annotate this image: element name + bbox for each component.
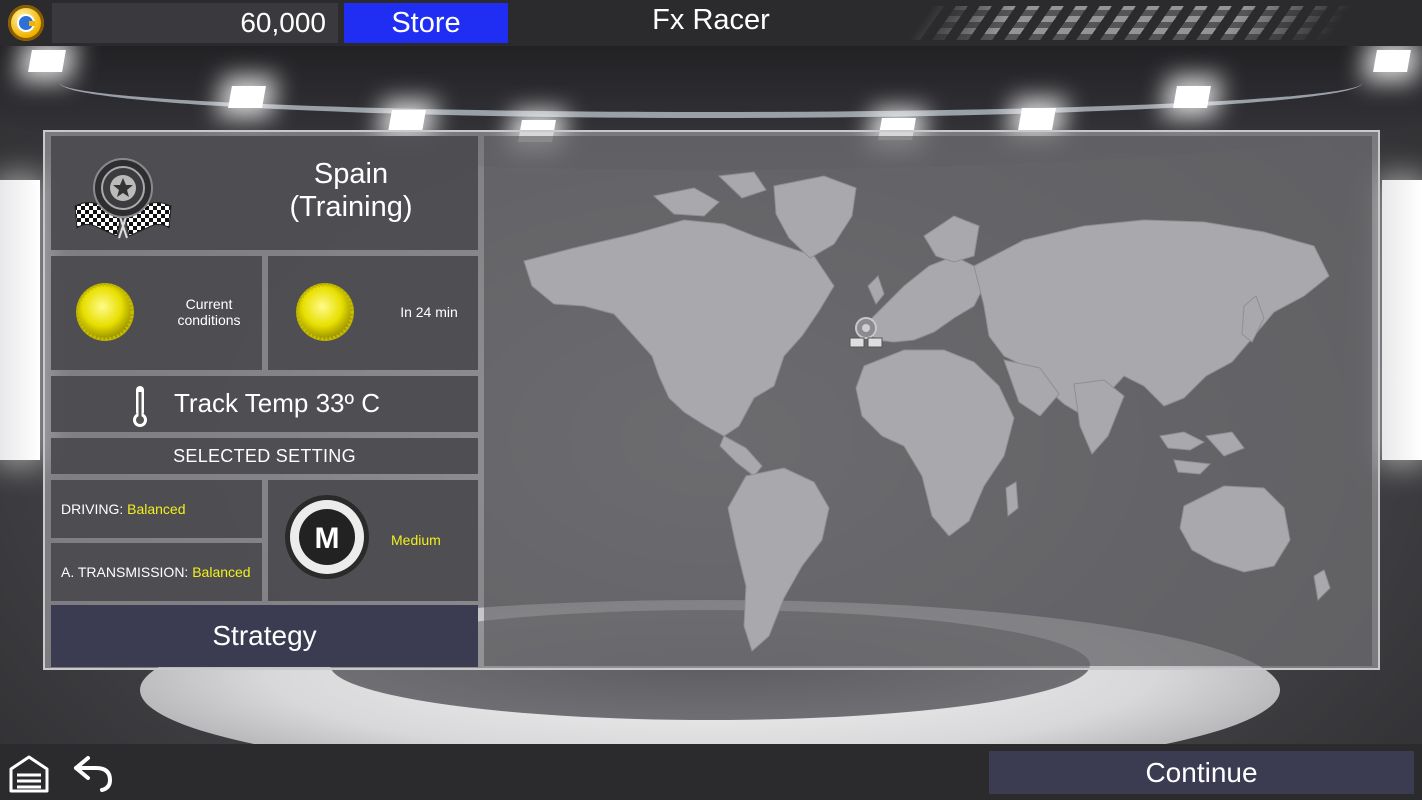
- spotlight: [28, 50, 66, 72]
- forecast-weather: In 24 min: [268, 256, 478, 370]
- tyre-medium-icon: M: [285, 495, 369, 579]
- spotlight: [1018, 108, 1056, 130]
- spotlight: [1373, 50, 1411, 72]
- side-light: [1382, 180, 1422, 460]
- coin-icon: [8, 5, 44, 41]
- track-country: Spain: [313, 158, 389, 190]
- strategy-button[interactable]: Strategy: [51, 605, 478, 667]
- spotlight: [388, 110, 426, 132]
- selected-setting-title: SELECTED SETTING: [173, 446, 356, 466]
- currency-amount: 60,000: [240, 7, 326, 38]
- checkered-flags-icon: [74, 158, 172, 239]
- checkered-decoration-shade: [920, 6, 1364, 40]
- garage-home-icon[interactable]: [8, 751, 50, 793]
- tyre-setting: M Medium: [268, 480, 478, 601]
- track-temp-text: Track Temp 33º C: [174, 388, 381, 418]
- transmission-setting-text: A. TRANSMISSION: Balanced: [61, 543, 251, 601]
- track-location-marker[interactable]: [846, 316, 886, 350]
- current-conditions-label: Current conditions: [177, 296, 241, 328]
- forecast-label: In 24 min: [400, 304, 458, 320]
- transmission-setting: A. TRANSMISSION: Balanced: [51, 543, 262, 601]
- world-map: [523, 171, 1331, 652]
- store-button[interactable]: Store: [344, 3, 508, 43]
- continue-button[interactable]: Continue: [989, 751, 1414, 794]
- tyre-compound: Medium: [391, 532, 441, 548]
- spotlight: [1173, 86, 1211, 108]
- driving-value: Balanced: [127, 501, 186, 517]
- thermometer-icon: [133, 386, 147, 427]
- driving-label: DRIVING:: [61, 501, 124, 517]
- driving-setting: DRIVING: Balanced: [51, 480, 262, 538]
- spotlight: [228, 86, 266, 108]
- track-info: Spain (Training): [51, 136, 478, 250]
- track-name: Spain (Training): [251, 158, 451, 224]
- currency-display: 60,000: [52, 3, 338, 43]
- tyre-letter: M: [315, 522, 340, 555]
- game-title: Fx Racer: [652, 4, 770, 36]
- transmission-label: A. TRANSMISSION:: [61, 564, 189, 580]
- bottom-bar: Continue: [0, 744, 1422, 800]
- race-info-panel: Spain (Training) Current conditions In 2…: [43, 130, 1380, 670]
- side-light: [0, 180, 40, 460]
- track-temperature: Track Temp 33º C: [51, 376, 478, 432]
- world-map-area: [484, 136, 1372, 666]
- sun-icon: [296, 283, 354, 341]
- sun-icon: [76, 283, 134, 341]
- current-weather: Current conditions: [51, 256, 262, 370]
- top-bar: 60,000 Store Fx Racer: [0, 0, 1422, 46]
- driving-setting-text: DRIVING: Balanced: [61, 480, 186, 538]
- transmission-value: Balanced: [192, 564, 251, 580]
- selected-setting-header: SELECTED SETTING: [51, 438, 478, 474]
- session-type: (Training): [289, 191, 413, 223]
- back-arrow-icon[interactable]: [72, 752, 114, 792]
